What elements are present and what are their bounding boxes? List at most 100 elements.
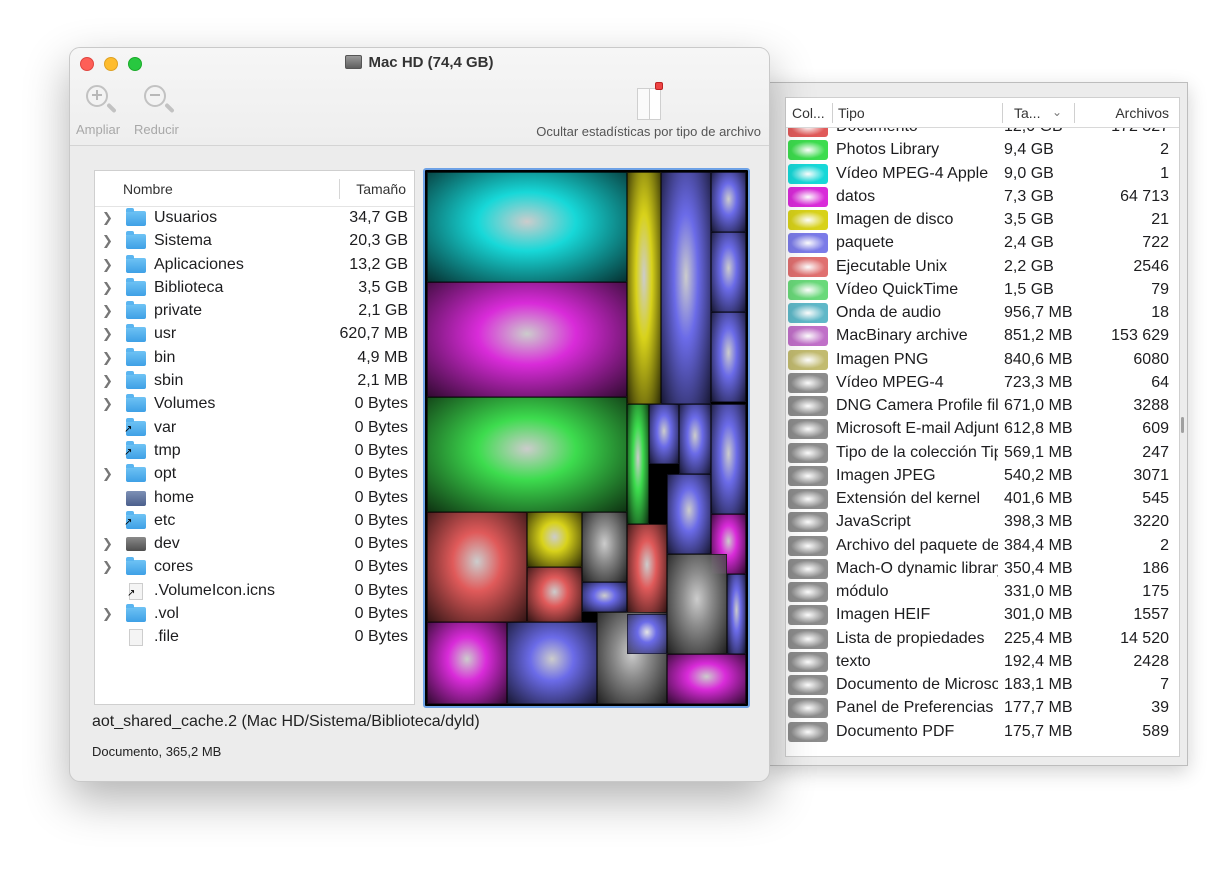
treemap-tile[interactable] (711, 172, 746, 232)
file-type-row[interactable]: Lista de propiedades 225,4 MB 14 520 (786, 628, 1179, 651)
treemap-tile[interactable] (711, 312, 746, 402)
column-header-files[interactable]: Archivos (1115, 105, 1169, 121)
file-type-row[interactable]: Vídeo MPEG-4 Apple 9,0 GB 1 (786, 163, 1179, 186)
treemap-tile[interactable] (667, 554, 727, 654)
file-tree[interactable]: Nombre Tamaño ❯ Usuarios 34,7 GB ❯ Sistema 20… (94, 170, 415, 705)
treemap-tile[interactable] (667, 654, 746, 704)
treemap-tile[interactable] (427, 397, 627, 512)
column-header-name[interactable]: Nombre (123, 181, 173, 197)
treemap-tile[interactable] (427, 282, 627, 397)
treemap-tile[interactable] (507, 622, 597, 704)
disclosure-chevron-icon[interactable]: ❯ (102, 233, 113, 249)
treemap-tile[interactable] (711, 232, 746, 312)
file-type-row[interactable]: Extensión del kernel 401,6 MB 545 (786, 488, 1179, 511)
disclosure-chevron-icon[interactable]: ❯ (102, 373, 113, 389)
file-type-row[interactable]: Vídeo MPEG-4 723,3 MB 64 (786, 372, 1179, 395)
treemap-tile[interactable] (711, 404, 746, 514)
treemap-tile[interactable] (582, 582, 627, 612)
drawer-resize-handle[interactable] (1181, 417, 1184, 433)
file-tree-row[interactable]: ❯ cores 0 Bytes (95, 556, 414, 579)
file-type-row[interactable]: Imagen HEIF 301,0 MB 1557 (786, 604, 1179, 627)
file-type-row[interactable]: Imagen de disco 3,5 GB 21 (786, 209, 1179, 232)
column-header-size[interactable]: Tamaño (356, 181, 406, 197)
toggle-stats-button[interactable]: Ocultar estadísticas por tipo de archivo (536, 82, 761, 139)
treemap-tile[interactable] (627, 404, 649, 524)
file-type-row[interactable]: módulo 331,0 MB 175 (786, 581, 1179, 604)
file-type-row[interactable]: texto 192,4 MB 2428 (786, 651, 1179, 674)
column-header-color[interactable]: Col... (792, 105, 825, 121)
file-tree-row[interactable]: ❯ dev 0 Bytes (95, 533, 414, 556)
file-type-row[interactable]: Panel de Preferencias 177,7 MB 39 (786, 697, 1179, 720)
file-tree-row[interactable]: ❯ .vol 0 Bytes (95, 603, 414, 626)
zoom-in-button[interactable]: Ampliar (76, 82, 120, 137)
disclosure-chevron-icon[interactable]: ❯ (102, 536, 113, 552)
sort-chevron-icon[interactable]: ⌄ (1052, 105, 1062, 119)
disclosure-chevron-icon[interactable]: ❯ (102, 396, 113, 412)
file-type-row[interactable]: JavaScript 398,3 MB 3220 (786, 511, 1179, 534)
file-type-row[interactable]: Onda de audio 956,7 MB 18 (786, 302, 1179, 325)
file-type-row[interactable]: paquete 2,4 GB 722 (786, 232, 1179, 255)
type-size: 9,0 GB (1004, 164, 1054, 182)
treemap-tile[interactable] (627, 614, 667, 654)
file-tree-row[interactable]: etc 0 Bytes (95, 510, 414, 533)
disclosure-chevron-icon[interactable]: ❯ (102, 326, 113, 342)
file-tree-row[interactable]: ❯ sbin 2,1 MB (95, 370, 414, 393)
file-tree-row[interactable]: ❯ bin 4,9 MB (95, 347, 414, 370)
treemap-view[interactable] (423, 168, 750, 708)
file-type-row[interactable]: Vídeo QuickTime 1,5 GB 79 (786, 279, 1179, 302)
disclosure-chevron-icon[interactable]: ❯ (102, 280, 113, 296)
file-type-row[interactable]: Tipo de la colección Tipo 569,1 MB 247 (786, 442, 1179, 465)
treemap-tile[interactable] (649, 404, 679, 464)
treemap-tile[interactable] (427, 512, 527, 622)
disclosure-chevron-icon[interactable]: ❯ (102, 257, 113, 273)
file-tree-row[interactable]: home 0 Bytes (95, 487, 414, 510)
file-tree-row[interactable]: ❯ private 2,1 GB (95, 300, 414, 323)
file-tree-row[interactable]: .VolumeIcon.icns 0 Bytes (95, 580, 414, 603)
file-tree-row[interactable]: .file 0 Bytes (95, 626, 414, 649)
treemap-tile[interactable] (527, 512, 582, 567)
file-type-row[interactable]: Documento PDF 175,7 MB 589 (786, 721, 1179, 744)
file-type-row[interactable]: Imagen PNG 840,6 MB 6080 (786, 349, 1179, 372)
file-name: .file (154, 628, 179, 646)
treemap-tile[interactable] (667, 474, 711, 554)
file-tree-row[interactable]: ❯ Sistema 20,3 GB (95, 230, 414, 253)
treemap-tile[interactable] (627, 172, 661, 404)
treemap-tile[interactable] (679, 404, 711, 474)
file-type-row[interactable]: Microsoft E-mail Adjunto 612,8 MB 609 (786, 418, 1179, 441)
file-tree-row[interactable]: ❯ Volumes 0 Bytes (95, 393, 414, 416)
zoom-out-button[interactable]: Reducir (134, 82, 179, 137)
treemap-tile[interactable] (527, 567, 582, 622)
treemap-tile[interactable] (427, 622, 507, 704)
file-type-table[interactable]: Documento12,0 GB172 327Photos Library9,4… (785, 97, 1180, 757)
file-type-row[interactable]: Photos Library 9,4 GB 2 (786, 139, 1179, 162)
disclosure-chevron-icon[interactable]: ❯ (102, 350, 113, 366)
file-type-row[interactable]: datos 7,3 GB 64 713 (786, 186, 1179, 209)
file-tree-row[interactable]: tmp 0 Bytes (95, 440, 414, 463)
file-tree-row[interactable]: ❯ Biblioteca 3,5 GB (95, 277, 414, 300)
treemap-tile[interactable] (582, 512, 627, 582)
file-type-row[interactable]: MacBinary archive 851,2 MB 153 629 (786, 325, 1179, 348)
treemap-tile[interactable] (661, 172, 711, 404)
file-type-row[interactable]: Archivo del paquete de 384,4 MB 2 (786, 535, 1179, 558)
treemap-tile[interactable] (627, 524, 667, 614)
file-tree-row[interactable]: ❯ opt 0 Bytes (95, 463, 414, 486)
file-tree-row[interactable]: ❯ Usuarios 34,7 GB (95, 207, 414, 230)
column-header-size[interactable]: Ta... (1014, 105, 1040, 121)
disclosure-chevron-icon[interactable]: ❯ (102, 303, 113, 319)
treemap-canvas[interactable] (427, 172, 746, 704)
file-tree-row[interactable]: ❯ usr 620,7 MB (95, 323, 414, 346)
treemap-tile[interactable] (727, 574, 746, 654)
file-type-row[interactable]: Documento de Microsoft 183,1 MB 7 (786, 674, 1179, 697)
disclosure-chevron-icon[interactable]: ❯ (102, 210, 113, 226)
file-type-row[interactable]: Mach-O dynamic library 350,4 MB 186 (786, 558, 1179, 581)
file-type-row[interactable]: Imagen JPEG 540,2 MB 3071 (786, 465, 1179, 488)
disclosure-chevron-icon[interactable]: ❯ (102, 466, 113, 482)
file-type-row[interactable]: DNG Camera Profile file 671,0 MB 3288 (786, 395, 1179, 418)
treemap-tile[interactable] (427, 172, 627, 282)
file-tree-row[interactable]: var 0 Bytes (95, 417, 414, 440)
column-header-type[interactable]: Tipo (838, 105, 865, 121)
file-type-row[interactable]: Ejecutable Unix 2,2 GB 2546 (786, 256, 1179, 279)
file-tree-row[interactable]: ❯ Aplicaciones 13,2 GB (95, 254, 414, 277)
disclosure-chevron-icon[interactable]: ❯ (102, 559, 113, 575)
disclosure-chevron-icon[interactable]: ❯ (102, 606, 113, 622)
